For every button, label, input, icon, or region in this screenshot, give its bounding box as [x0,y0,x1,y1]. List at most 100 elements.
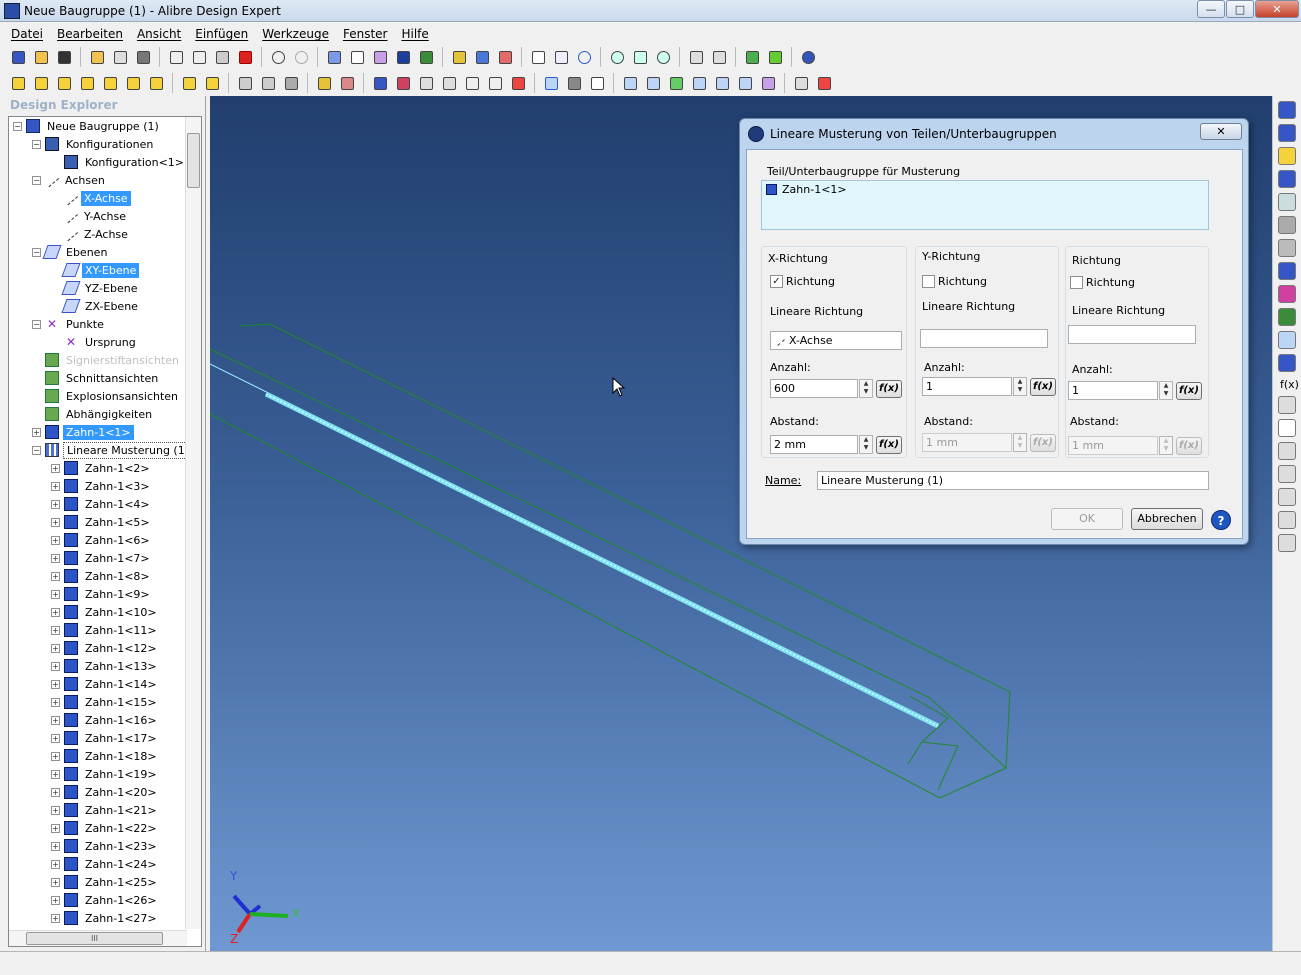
tree-expander-icon[interactable]: + [51,607,60,617]
x-abstand-spinner[interactable]: ▲ ▼ [859,435,873,454]
close-window-button[interactable]: ✕ [1255,0,1299,18]
rt-hide-icon[interactable] [1278,239,1296,257]
collision-icon[interactable] [814,73,834,93]
open-project-icon[interactable] [87,47,107,67]
tree-expander-icon[interactable]: + [32,427,41,437]
redo-icon[interactable] [291,47,311,67]
tree-item[interactable]: Signierstiftansichten [32,351,182,369]
view-bottom-icon[interactable] [77,73,97,93]
insert-part-icon[interactable] [370,73,390,93]
tree-item[interactable]: Explosionsansichten [32,387,181,405]
tree-item[interactable]: + Zahn-1<9> [51,585,153,603]
tree-expander-icon[interactable]: + [51,589,60,599]
y-abstand-spinner[interactable]: ▲ ▼ [1013,433,1027,452]
print-icon[interactable] [133,47,153,67]
anchor-icon[interactable] [765,47,785,67]
tree-item[interactable]: − Achsen [32,171,108,189]
tree-item[interactable]: − Neue Baugruppe (1) [13,117,162,135]
tree-expander-icon[interactable]: + [51,679,60,689]
z-abstand-spinner[interactable]: ▲ ▼ [1159,436,1173,455]
mirror-icon[interactable] [439,73,459,93]
zoom-in-icon[interactable] [607,47,627,67]
move-icon[interactable] [551,47,571,67]
cancel-button[interactable]: Abbrechen [1131,508,1203,530]
rt-tool1-icon[interactable] [1278,442,1296,460]
orient-icon[interactable] [666,73,686,93]
render-icon[interactable] [798,47,818,67]
z-anzahl-fx-button[interactable]: f(x) [1176,382,1202,400]
save-icon[interactable] [54,47,74,67]
menu-hilfe[interactable]: Hilfe [394,27,435,41]
x-linear-direction-field[interactable]: X-Achse [770,331,902,350]
tree-item[interactable]: + Zahn-1<3> [51,477,153,495]
x-abstand-input[interactable]: 2 mm [770,435,858,454]
back-arrow-icon[interactable] [686,47,706,67]
table-tool-icon[interactable] [393,47,413,67]
y-anzahl-fx-button[interactable]: f(x) [1030,378,1056,396]
point-tool-icon[interactable] [370,47,390,67]
tree-expander-icon[interactable]: − [32,247,41,257]
name-input[interactable]: Lineare Musterung (1) [817,471,1209,490]
mate-icon[interactable] [620,73,640,93]
tree-item[interactable]: − Lineare Musterung (1) [32,441,194,459]
z-abstand-fx-button[interactable]: f(x) [1176,437,1202,455]
target-icon[interactable] [735,73,755,93]
minimize-button[interactable]: — [1197,0,1225,18]
tree-expander-icon[interactable]: − [32,319,41,329]
tree-expander-icon[interactable]: + [51,535,60,545]
view-normal-icon[interactable] [179,73,199,93]
check-icon[interactable] [495,47,515,67]
rt-part-icon[interactable] [1278,354,1296,372]
view-rotate-icon[interactable] [202,73,222,93]
tree-item[interactable]: + Zahn-1<26> [51,891,160,909]
section-icon[interactable] [235,73,255,93]
wireframe-icon[interactable] [587,73,607,93]
y-linear-direction-field[interactable] [920,329,1048,348]
menu-ansicht[interactable]: Ansicht [130,27,188,41]
x-anzahl-spinner[interactable]: ▲ ▼ [859,379,873,398]
x-abstand-fx-button[interactable]: f(x) [876,436,902,454]
teil-selection-list[interactable]: Zahn-1<1> [761,180,1209,230]
tree-expander-icon[interactable]: + [51,481,60,491]
z-linear-direction-field[interactable] [1068,325,1196,344]
annotate-icon[interactable] [337,73,357,93]
dialog-titlebar[interactable]: Lineare Musterung von Teilen/Unterbaugru… [740,119,1248,149]
zoom-window-icon[interactable] [630,47,650,67]
rt-grid-icon[interactable] [1278,193,1296,211]
insert-subassembly-icon[interactable] [393,73,413,93]
align-icon[interactable] [643,73,663,93]
tree-item[interactable]: X-Achse [51,189,131,207]
tree-item[interactable]: + Zahn-1<6> [51,531,153,549]
rt-sketch-icon[interactable] [1278,419,1296,437]
rt-tool4-icon[interactable] [1278,511,1296,529]
tree-expander-icon[interactable]: + [51,913,60,923]
angle-icon[interactable] [712,73,732,93]
shaded-icon[interactable] [564,73,584,93]
tree-item[interactable]: + Zahn-1<22> [51,819,160,837]
y-abstand-input[interactable]: 1 mm [922,433,1012,452]
rotate-icon[interactable] [574,47,594,67]
menu-datei[interactable]: Datei [4,27,50,41]
view-iso-icon[interactable] [146,73,166,93]
tree-expander-icon[interactable]: − [32,139,41,149]
constraint-icon[interactable] [742,47,762,67]
view-right-icon[interactable] [123,73,143,93]
tree-item[interactable]: + Zahn-1<2> [51,459,153,477]
menu-werkzeuge[interactable]: Werkzeuge [255,27,336,41]
tree-expander-icon[interactable]: + [51,661,60,671]
rt-insert-assembly-icon[interactable] [1278,124,1296,142]
tree-item[interactable]: − Konfigurationen [32,135,156,153]
tree-item[interactable]: + Zahn-1<18> [51,747,160,765]
tree-item[interactable]: + Zahn-1<27> [51,909,160,927]
tree-expander-icon[interactable]: − [13,121,22,131]
tree-expander-icon[interactable]: + [51,643,60,653]
hide-icon[interactable] [281,73,301,93]
tree-expander-icon[interactable]: + [51,625,60,635]
tree-expander-icon[interactable]: + [51,733,60,743]
tree-item[interactable]: + Zahn-1<5> [51,513,153,531]
rt-mate-icon[interactable] [1278,308,1296,326]
new-file-icon[interactable] [8,47,28,67]
interference-icon[interactable] [508,73,528,93]
tree-expander-icon[interactable]: + [51,499,60,509]
tree-item[interactable]: Konfiguration<1> [51,153,187,171]
